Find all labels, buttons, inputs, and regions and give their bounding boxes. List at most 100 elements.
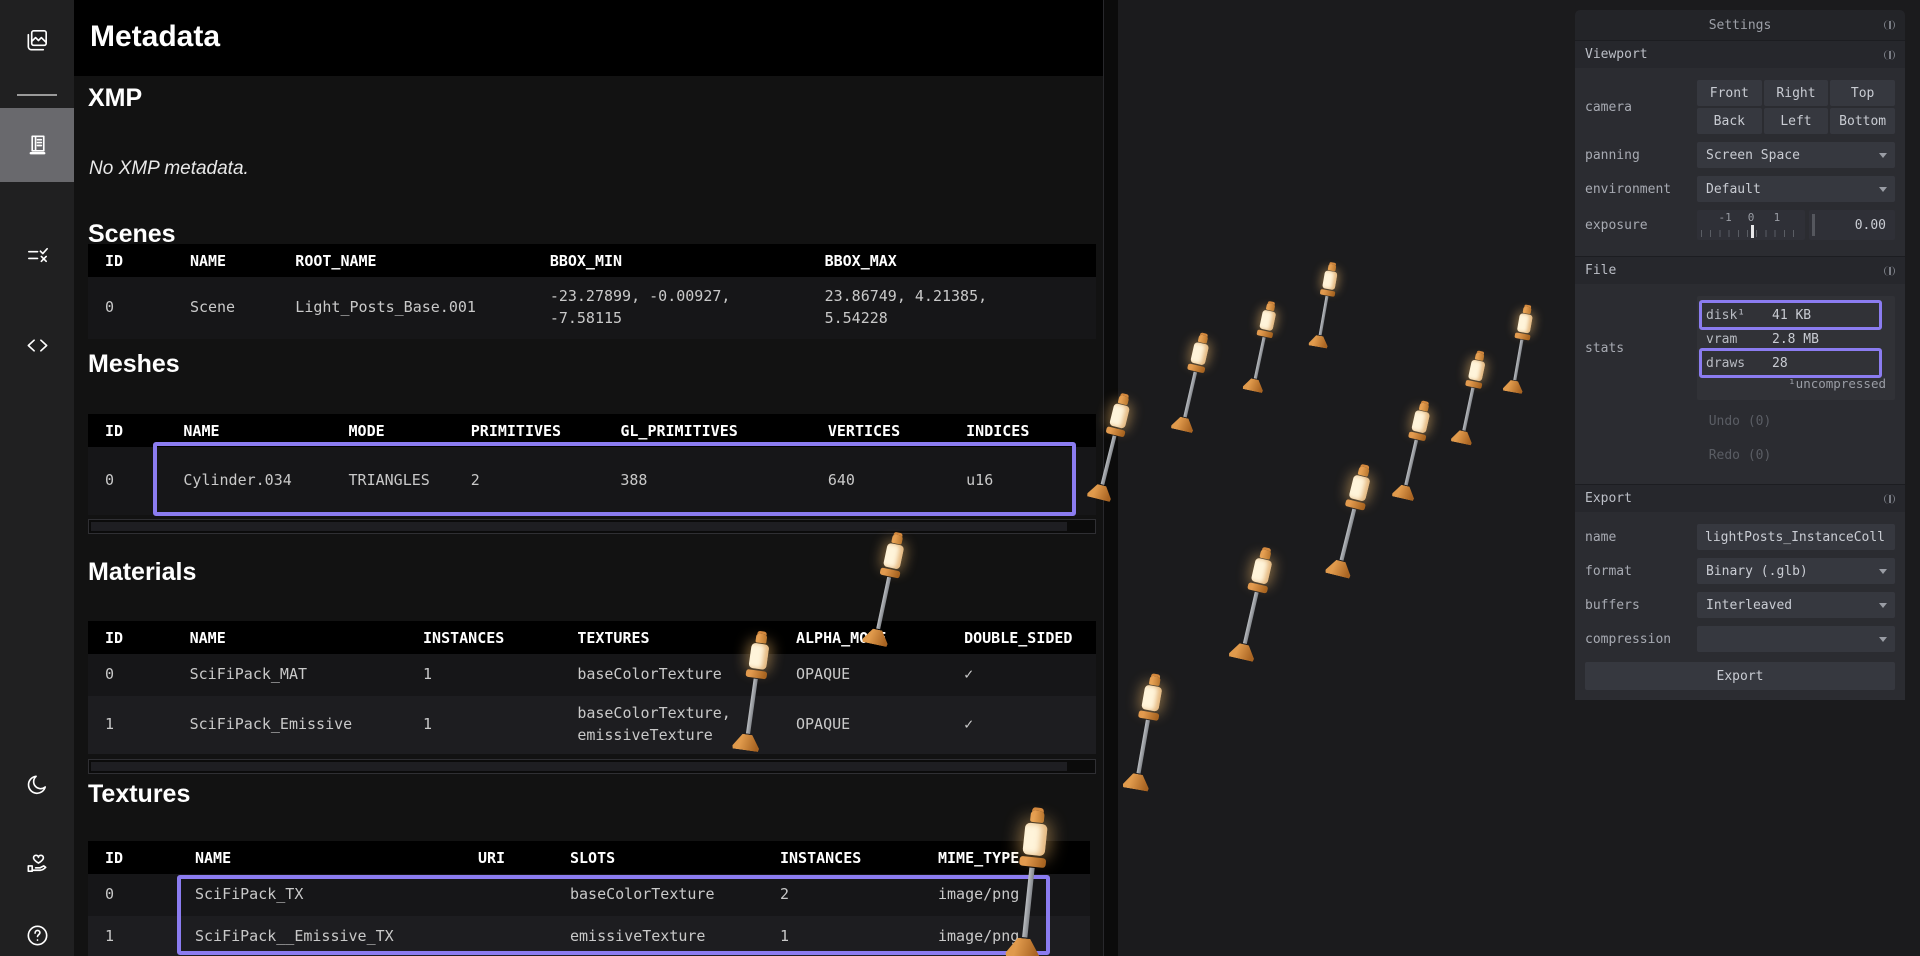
- cell: Cylinder.034: [166, 447, 331, 515]
- settings-title-bar[interactable]: Settings: [1575, 10, 1905, 40]
- environment-row: environment Default: [1585, 176, 1895, 202]
- camera-left-button[interactable]: Left: [1764, 108, 1829, 134]
- compression-label: compression: [1585, 632, 1697, 647]
- stat-vram: vram 2.8 MB: [1706, 328, 1886, 350]
- sidebar-item-theme[interactable]: [0, 748, 74, 822]
- settings-panel: Settings Viewport camera Front Right Top…: [1575, 10, 1905, 700]
- folder-export[interactable]: Export: [1575, 484, 1905, 512]
- stat-key: disk¹: [1706, 308, 1772, 323]
- camera-top-button[interactable]: Top: [1830, 80, 1895, 106]
- stats-footnote: ¹uncompressed: [1706, 376, 1886, 396]
- camera-bottom-button[interactable]: Bottom: [1830, 108, 1895, 134]
- file-body: stats disk¹ 41 KB vram 2.8 MB draws 28 ¹…: [1575, 284, 1905, 484]
- compression-select[interactable]: [1697, 626, 1895, 652]
- column-header: VERTICES: [811, 414, 949, 447]
- column-header: TEXTURES: [560, 621, 779, 654]
- environment-select[interactable]: Default: [1697, 176, 1895, 202]
- cell: SciFiPack_TX: [178, 874, 461, 916]
- name-label: name: [1585, 530, 1697, 545]
- name-input[interactable]: lightPosts_InstanceColl: [1697, 524, 1895, 550]
- sidebar-item-report[interactable]: [0, 108, 74, 182]
- sidebar-item-validation[interactable]: [0, 218, 74, 292]
- panning-value: Screen Space: [1706, 148, 1800, 163]
- sidebar-item-donate[interactable]: [0, 826, 74, 900]
- exposure-tick-label: -1: [1718, 211, 1731, 224]
- environment-label: environment: [1585, 182, 1697, 197]
- section-heading-textures: Textures: [88, 780, 190, 809]
- column-header: INSTANCES: [763, 841, 921, 874]
- cell: 2: [763, 874, 921, 916]
- table-row: 1SciFiPack_Emissive1baseColorTexture, em…: [88, 696, 1096, 754]
- sidebar-item-gallery[interactable]: [0, 3, 74, 77]
- buffers-select[interactable]: Interleaved: [1697, 592, 1895, 618]
- cell: 640: [811, 447, 949, 515]
- camera-back-button[interactable]: Back: [1697, 108, 1762, 134]
- column-header: ID: [88, 841, 178, 874]
- export-button[interactable]: Export: [1585, 662, 1895, 690]
- table-row: 0SceneLight_Posts_Base.001-23.27899, -0.…: [88, 277, 1096, 339]
- camera-front-button[interactable]: Front: [1697, 80, 1762, 106]
- cell: SciFiPack__Emissive_TX: [178, 916, 461, 956]
- name-row: name lightPosts_InstanceColl: [1585, 524, 1895, 550]
- materials-h-scrollbar[interactable]: [88, 759, 1096, 774]
- stats-row: stats disk¹ 41 KB vram 2.8 MB draws 28 ¹…: [1585, 296, 1895, 400]
- hand-heart-icon: [24, 850, 51, 877]
- cell: 0: [88, 654, 173, 696]
- table-row: 0SciFiPack_MAT1baseColorTextureOPAQUE✓: [88, 654, 1096, 696]
- folder-export-label: Export: [1585, 491, 1632, 506]
- column-header: MODE: [332, 414, 454, 447]
- stat-value: 2.8 MB: [1772, 332, 1819, 347]
- name-value: lightPosts_InstanceColl: [1705, 530, 1885, 545]
- cell: 1: [406, 696, 560, 754]
- folder-viewport[interactable]: Viewport: [1575, 40, 1905, 68]
- panning-label: panning: [1585, 148, 1697, 163]
- sidebar-item-help[interactable]: [0, 898, 74, 956]
- column-header: BBOX_MAX: [808, 244, 1096, 277]
- format-row: format Binary (.glb): [1585, 558, 1895, 584]
- fold-icon[interactable]: [1884, 494, 1895, 504]
- cell: [461, 874, 553, 916]
- redo-button[interactable]: Redo (0): [1585, 442, 1895, 468]
- exposure-value: 0.00: [1855, 218, 1886, 233]
- folder-file[interactable]: File: [1575, 256, 1905, 284]
- format-select[interactable]: Binary (.glb): [1697, 558, 1895, 584]
- meshes-table-wrap: IDNAMEMODEPRIMITIVESGL_PRIMITIVESVERTICE…: [88, 414, 1096, 515]
- cell: -23.27899, -0.00927, -7.58115: [533, 277, 808, 339]
- panning-select[interactable]: Screen Space: [1697, 142, 1895, 168]
- moon-icon: [24, 772, 51, 799]
- materials-table: IDNAMEINSTANCESTEXTURESALPHA_MODEDOUBLE_…: [88, 621, 1096, 754]
- cell: 0: [88, 874, 178, 916]
- exposure-slider[interactable]: -1 0 1: [1697, 210, 1805, 240]
- exposure-caret[interactable]: [1751, 225, 1754, 238]
- cell: image/png: [921, 874, 1090, 916]
- report-v-scrollbar[interactable]: [1103, 0, 1118, 956]
- column-header: SLOTS: [553, 841, 763, 874]
- cell: 0: [88, 277, 173, 339]
- exposure-value-field[interactable]: 0.00: [1809, 210, 1895, 240]
- sidebar-item-code[interactable]: [0, 308, 74, 382]
- cell: 1: [763, 916, 921, 956]
- fold-icon[interactable]: [1884, 20, 1895, 30]
- fold-icon[interactable]: [1884, 50, 1895, 60]
- exposure-tick-label: 0: [1748, 211, 1755, 224]
- buffers-label: buffers: [1585, 598, 1697, 613]
- fold-icon[interactable]: [1884, 266, 1895, 276]
- column-header: NAME: [173, 621, 406, 654]
- export-body: name lightPosts_InstanceColl format Bina…: [1575, 512, 1905, 700]
- textures-table: IDNAMEURISLOTSINSTANCESMIME_TYPE0SciFiPa…: [88, 841, 1090, 956]
- cell: 1: [88, 916, 178, 956]
- viewport-body: camera Front Right Top Back Left Bottom …: [1575, 68, 1905, 256]
- camera-buttons: Front Right Top Back Left Bottom: [1697, 80, 1895, 134]
- cell: u16: [949, 447, 1096, 515]
- xmp-empty-text: No XMP metadata.: [89, 158, 249, 180]
- code-icon: [24, 332, 51, 359]
- meshes-h-scrollbar[interactable]: [88, 519, 1096, 534]
- undo-button[interactable]: Undo (0): [1585, 408, 1895, 434]
- cell: 2: [454, 447, 604, 515]
- camera-right-button[interactable]: Right: [1764, 80, 1829, 106]
- format-value: Binary (.glb): [1706, 564, 1808, 579]
- cell: TRIANGLES: [332, 447, 454, 515]
- folder-file-label: File: [1585, 263, 1616, 278]
- meshes-table: IDNAMEMODEPRIMITIVESGL_PRIMITIVESVERTICE…: [88, 414, 1096, 515]
- scenes-table-wrap: IDNAMEROOT_NAMEBBOX_MINBBOX_MAX0SceneLig…: [88, 244, 1096, 339]
